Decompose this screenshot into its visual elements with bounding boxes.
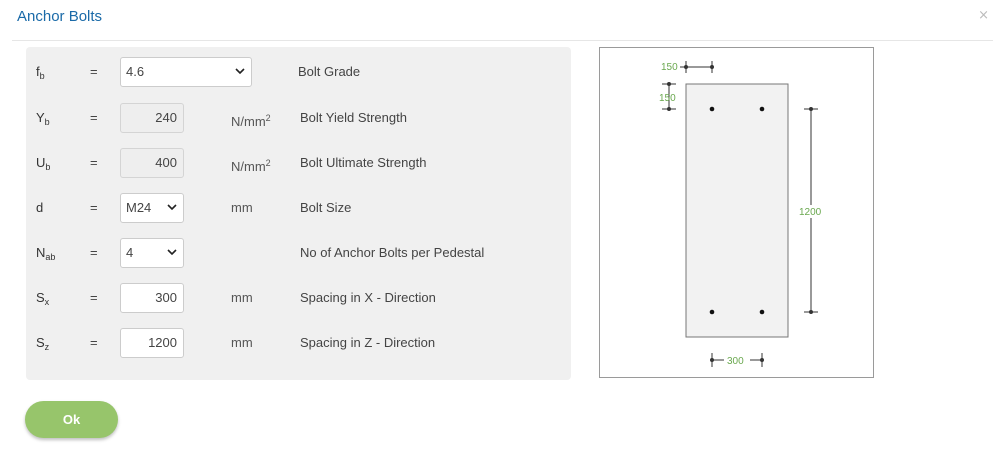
bolt-count-select[interactable]: 4 [120, 238, 184, 268]
field-symbol: Sz [36, 335, 50, 352]
field-symbol: Ub [36, 155, 51, 172]
chevron-down-icon [167, 239, 177, 267]
field-row-bolt-count: Nab = 4 No of Anchor Bolts per Pedestal [26, 236, 571, 270]
field-unit: N/mm2 [231, 158, 271, 174]
chevron-down-icon [235, 58, 245, 86]
field-unit: mm [231, 335, 253, 350]
pedestal-outline [685, 83, 789, 338]
bolt-marker [759, 309, 765, 315]
field-row-yield-strength: Yb = 240 N/mm2 Bolt Yield Strength [26, 101, 571, 135]
field-row-spacing-x: Sx = 300 mm Spacing in X - Direction [26, 281, 571, 315]
edge-z-label: 150 [659, 93, 676, 104]
bolt-marker [709, 106, 715, 112]
field-description: Bolt Yield Strength [300, 110, 407, 125]
spacing-z-input[interactable]: 1200 [120, 328, 184, 358]
field-row-spacing-z: Sz = 1200 mm Spacing in Z - Direction [26, 326, 571, 360]
field-unit: N/mm2 [231, 113, 271, 129]
title-divider [12, 40, 993, 41]
field-row-bolt-grade: fb = 4.6 Bolt Grade [26, 55, 571, 89]
edge-x-dimension [680, 61, 714, 73]
field-symbol: Nab [36, 245, 56, 262]
field-description: Bolt Ultimate Strength [300, 155, 427, 170]
field-description: Spacing in Z - Direction [300, 335, 436, 350]
field-description: Bolt Grade [298, 64, 361, 79]
spacing-z-label: 1200 [799, 207, 822, 218]
equals-sign: = [90, 110, 98, 125]
field-unit: mm [231, 290, 253, 305]
field-unit: mm [231, 200, 253, 215]
equals-sign: = [90, 200, 98, 215]
ok-button[interactable]: Ok [25, 401, 118, 438]
bolt-size-value: M24 [126, 200, 152, 215]
chevron-down-icon [167, 194, 177, 222]
equals-sign: = [90, 335, 98, 350]
anchor-bolt-diagram: 150 150 1200 300 [599, 47, 874, 378]
close-icon[interactable]: × [978, 8, 989, 23]
diagram-canvas: 150 150 1200 300 [659, 61, 825, 367]
bolt-size-select[interactable]: M24 [120, 193, 184, 223]
equals-sign: = [90, 155, 98, 170]
field-symbol: d [36, 200, 44, 215]
ultimate-strength-field: 400 [120, 148, 184, 178]
bolt-grade-select[interactable]: 4.6 [120, 57, 252, 87]
bolt-count-value: 4 [126, 245, 134, 260]
equals-sign: = [90, 245, 98, 260]
field-row-ultimate-strength: Ub = 400 N/mm2 Bolt Ultimate Strength [26, 146, 571, 180]
bolt-grade-value: 4.6 [126, 64, 145, 79]
equals-sign: = [90, 290, 98, 305]
bolt-marker [709, 309, 715, 315]
bolt-marker [759, 106, 765, 112]
field-symbol: Sx [36, 290, 50, 307]
form-panel: fb = 4.6 Bolt Grade Yb = 240 N/mm2 Bolt … [26, 47, 571, 380]
field-description: Bolt Size [300, 200, 352, 215]
field-symbol: fb [36, 64, 45, 81]
field-row-bolt-size: d = M24 mm Bolt Size [26, 191, 571, 225]
equals-sign: = [90, 64, 98, 79]
edge-x-label: 150 [661, 62, 678, 73]
yield-strength-field: 240 [120, 103, 184, 133]
spacing-x-label: 300 [727, 356, 744, 367]
field-description: No of Anchor Bolts per Pedestal [300, 245, 485, 260]
spacing-x-input[interactable]: 300 [120, 283, 184, 313]
field-symbol: Yb [36, 110, 50, 127]
dialog-title: Anchor Bolts [17, 8, 103, 25]
field-description: Spacing in X - Direction [300, 290, 436, 305]
